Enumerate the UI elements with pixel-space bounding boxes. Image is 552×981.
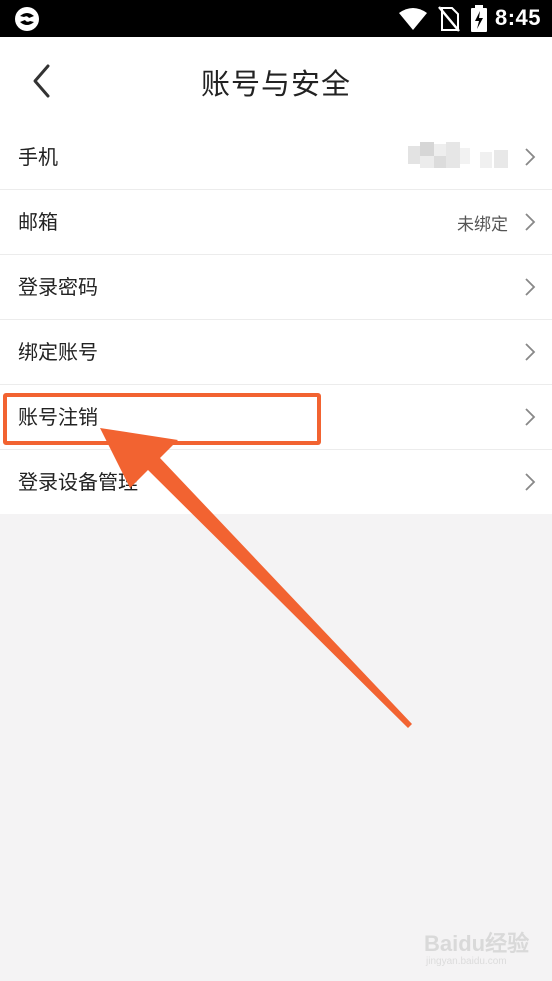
watermark-brand: Baidu经验 <box>424 931 530 956</box>
chevron-right-icon <box>525 278 536 296</box>
wifi-icon <box>399 8 427 30</box>
chevron-right-icon <box>525 213 536 231</box>
chevron-right-icon <box>525 148 536 166</box>
chevron-right-icon <box>525 343 536 361</box>
settings-item-label: 登录设备管理 <box>18 470 138 494</box>
settings-item-login-password[interactable]: 登录密码 <box>0 255 552 320</box>
settings-item-linked-accounts[interactable]: 绑定账号 <box>0 320 552 385</box>
settings-item-label: 手机 <box>18 145 58 169</box>
watermark-url: jingyan.baidu.com <box>426 956 507 967</box>
page-title: 账号与安全 <box>200 67 351 101</box>
settings-item-phone[interactable]: 手机 <box>0 125 552 190</box>
chevron-right-icon <box>525 473 536 491</box>
battery-charging-icon <box>471 5 487 32</box>
email-status-value: 未绑定 <box>457 215 508 235</box>
settings-list: 手机 邮箱 未绑定 登录密码 绑定账号 账号注销 登录设备管理 <box>0 125 552 514</box>
settings-item-label: 绑定账号 <box>18 340 98 364</box>
status-bar: 8:45 <box>0 0 552 37</box>
settings-item-label: 登录密码 <box>18 275 98 299</box>
app-logo-icon <box>15 7 39 31</box>
settings-item-email[interactable]: 邮箱 未绑定 <box>0 190 552 255</box>
clock-time: 8:45 <box>495 5 542 30</box>
highlight-box <box>3 393 321 445</box>
chevron-right-icon <box>525 408 536 426</box>
settings-item-label: 邮箱 <box>18 210 58 234</box>
settings-item-device-management[interactable]: 登录设备管理 <box>0 450 552 514</box>
header-bar: 账号与安全 <box>0 37 552 125</box>
no-sim-icon <box>438 6 460 32</box>
watermark: Baidu经验 jingyan.baidu.com <box>424 924 534 972</box>
redacted-phone-value <box>408 142 516 170</box>
